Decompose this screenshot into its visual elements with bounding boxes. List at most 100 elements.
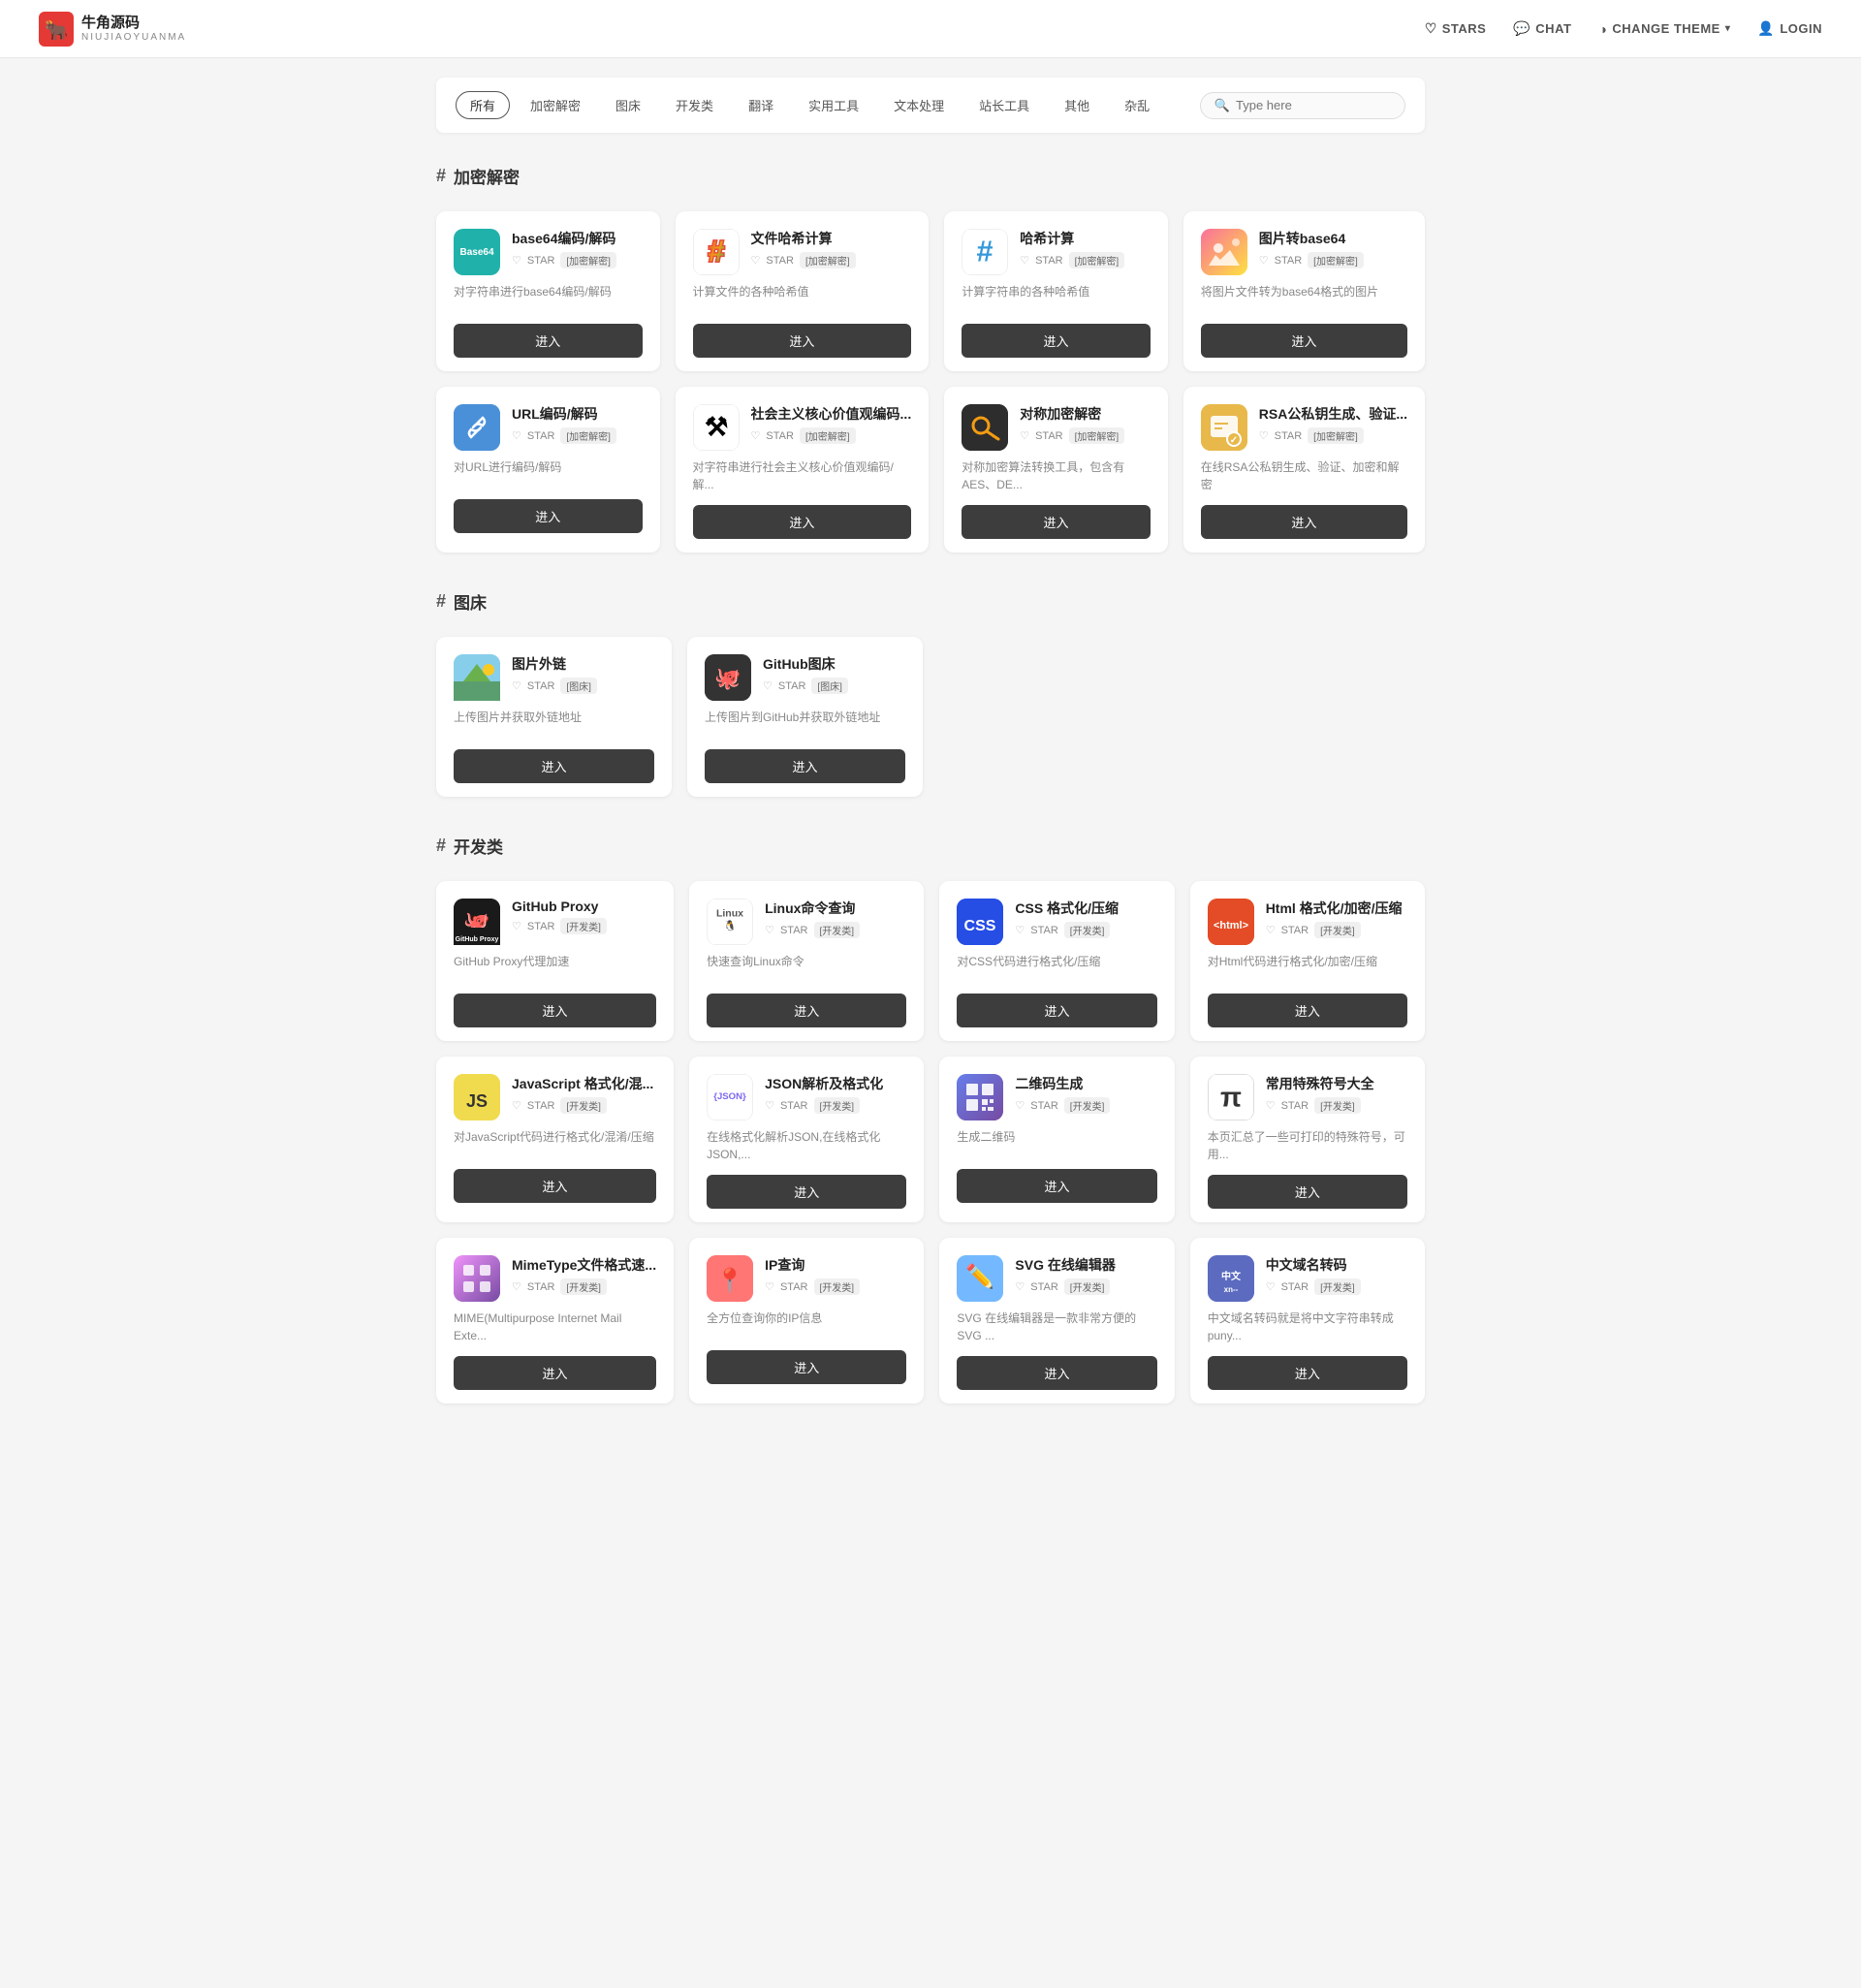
card-info-html-format: Html 格式化/加密/压缩♡ STAR [开发类] bbox=[1266, 899, 1407, 938]
star-label: STAR bbox=[1281, 1100, 1309, 1112]
card-btn-base64[interactable]: 进入 bbox=[454, 324, 643, 358]
nav-change-theme[interactable]: ◑ CHANGE THEME ▾ bbox=[1598, 21, 1730, 37]
section-header-encrypt: # 加密解密 bbox=[436, 156, 1425, 196]
card-icon-linux-cmd: Linux 🐧 bbox=[707, 899, 753, 945]
card-info-json-parse: JSON解析及格式化♡ STAR [开发类] bbox=[765, 1074, 906, 1114]
star-label: STAR bbox=[527, 430, 555, 442]
star-label: STAR bbox=[1035, 255, 1063, 267]
card-top-linux-cmd: Linux 🐧 Linux命令查询♡ STAR [开发类] bbox=[707, 899, 906, 945]
card-btn-special-chars[interactable]: 进入 bbox=[1208, 1175, 1407, 1209]
card-btn-js-format[interactable]: 进入 bbox=[454, 1169, 656, 1203]
card-btn-socialist[interactable]: 进入 bbox=[693, 505, 912, 539]
star-label: STAR bbox=[1030, 925, 1058, 936]
svg-text:⚒: ⚒ bbox=[705, 413, 728, 442]
cards-grid-encrypt: Base64base64编码/解码♡ STAR [加密解密]对字符串进行base… bbox=[436, 211, 1425, 552]
svg-text:Linux: Linux bbox=[716, 907, 743, 919]
section-dev: # 开发类 🐙 GitHub Proxy GitHub Proxy♡ STAR … bbox=[436, 826, 1425, 1404]
card-top-socialist: ⚒ 社会主义核心价值观编码...♡ STAR [加密解密] bbox=[693, 404, 912, 451]
star-label: STAR bbox=[527, 680, 555, 692]
star-label: STAR bbox=[527, 255, 555, 267]
card-title-base64: base64编码/解码 bbox=[512, 229, 643, 248]
star-icon: ♡ bbox=[1015, 1280, 1025, 1293]
card-btn-ip-query[interactable]: 进入 bbox=[707, 1350, 906, 1384]
card-info-img-base64: 图片转base64♡ STAR [加密解密] bbox=[1259, 229, 1407, 268]
star-icon: ♡ bbox=[765, 1099, 774, 1112]
svg-text:🐂: 🐂 bbox=[45, 20, 69, 42]
card-html-format: <html> Html 格式化/加密/压缩♡ STAR [开发类]对Html代码… bbox=[1190, 881, 1425, 1041]
card-desc-svg-editor: SVG 在线编辑器是一款非常方便的 SVG ... bbox=[957, 1310, 1156, 1344]
card-img-base64: 图片转base64♡ STAR [加密解密]将图片文件转为base64格式的图片… bbox=[1183, 211, 1425, 371]
card-title-linux-cmd: Linux命令查询 bbox=[765, 899, 906, 918]
card-js-format: JS JavaScript 格式化/混...♡ STAR [开发类]对JavaS… bbox=[436, 1057, 674, 1222]
filter-bar: 所有加密解密图床开发类翻译实用工具文本处理站长工具其他杂乱 🔍 bbox=[436, 78, 1425, 133]
card-btn-symmetric[interactable]: 进入 bbox=[962, 505, 1151, 539]
card-title-img-base64: 图片转base64 bbox=[1259, 229, 1407, 248]
card-title-github-hosting: GitHub图床 bbox=[763, 654, 905, 674]
card-meta-rsa: ♡ STAR [加密解密] bbox=[1259, 427, 1407, 444]
filter-tag-图床[interactable]: 图床 bbox=[601, 91, 655, 119]
card-title-hash-calc: 哈希计算 bbox=[1020, 229, 1151, 248]
card-info-svg-editor: SVG 在线编辑器♡ STAR [开发类] bbox=[1015, 1255, 1156, 1295]
star-icon: ♡ bbox=[1020, 254, 1029, 267]
card-meta-socialist: ♡ STAR [加密解密] bbox=[751, 427, 912, 444]
card-btn-hash-calc[interactable]: 进入 bbox=[962, 324, 1151, 358]
card-icon-symmetric bbox=[962, 404, 1008, 451]
filter-tag-所有[interactable]: 所有 bbox=[456, 91, 510, 119]
card-css-format: CSS CSS 格式化/压缩♡ STAR [开发类]对CSS代码进行格式化/压缩… bbox=[939, 881, 1174, 1041]
nav-login[interactable]: 👤 LOGIN bbox=[1757, 20, 1822, 37]
logo[interactable]: 🐂 牛角源码 NIUJIAOYUANMA bbox=[39, 12, 186, 47]
header: 🐂 牛角源码 NIUJIAOYUANMA ♡ STARS 💬 CHAT ◑ CH… bbox=[0, 0, 1861, 58]
card-tag-hash-calc: [加密解密] bbox=[1069, 252, 1125, 268]
card-linux-cmd: Linux 🐧 Linux命令查询♡ STAR [开发类]快速查询Linux命令… bbox=[689, 881, 924, 1041]
card-icon-css-format: CSS bbox=[957, 899, 1003, 945]
star-label: STAR bbox=[1030, 1100, 1058, 1112]
filter-tag-站长工具[interactable]: 站长工具 bbox=[964, 91, 1044, 119]
card-btn-qrcode[interactable]: 进入 bbox=[957, 1169, 1156, 1203]
star-icon: ♡ bbox=[765, 924, 774, 936]
filter-tag-杂乱[interactable]: 杂乱 bbox=[1110, 91, 1164, 119]
nav-chat[interactable]: 💬 CHAT bbox=[1513, 20, 1571, 37]
card-btn-img-external[interactable]: 进入 bbox=[454, 749, 654, 783]
card-btn-cn-domain[interactable]: 进入 bbox=[1208, 1356, 1407, 1390]
card-top-css-format: CSS CSS 格式化/压缩♡ STAR [开发类] bbox=[957, 899, 1156, 945]
card-title-special-chars: 常用特殊符号大全 bbox=[1266, 1074, 1407, 1093]
card-btn-css-format[interactable]: 进入 bbox=[957, 994, 1156, 1027]
card-btn-json-parse[interactable]: 进入 bbox=[707, 1175, 906, 1209]
card-meta-hash-calc: ♡ STAR [加密解密] bbox=[1020, 252, 1151, 268]
filter-tag-开发类[interactable]: 开发类 bbox=[661, 91, 728, 119]
filter-tag-翻译[interactable]: 翻译 bbox=[734, 91, 788, 119]
card-btn-github-proxy[interactable]: 进入 bbox=[454, 994, 656, 1027]
card-btn-html-format[interactable]: 进入 bbox=[1208, 994, 1407, 1027]
card-tag-qrcode: [开发类] bbox=[1064, 1097, 1111, 1114]
card-desc-file-hash: 计算文件的各种哈希值 bbox=[693, 283, 912, 312]
card-btn-file-hash[interactable]: 进入 bbox=[693, 324, 912, 358]
card-btn-rsa[interactable]: 进入 bbox=[1201, 505, 1407, 539]
card-icon-qrcode bbox=[957, 1074, 1003, 1120]
card-btn-github-hosting[interactable]: 进入 bbox=[705, 749, 905, 783]
card-btn-svg-editor[interactable]: 进入 bbox=[957, 1356, 1156, 1390]
card-title-html-format: Html 格式化/加密/压缩 bbox=[1266, 899, 1407, 918]
chat-icon: 💬 bbox=[1513, 20, 1530, 37]
filter-tag-其他[interactable]: 其他 bbox=[1050, 91, 1104, 119]
card-btn-linux-cmd[interactable]: 进入 bbox=[707, 994, 906, 1027]
star-label: STAR bbox=[527, 921, 555, 932]
card-info-special-chars: 常用特殊符号大全♡ STAR [开发类] bbox=[1266, 1074, 1407, 1114]
filter-tag-加密解密[interactable]: 加密解密 bbox=[516, 91, 595, 119]
nav-stars[interactable]: ♡ STARS bbox=[1425, 20, 1487, 37]
star-icon: ♡ bbox=[1266, 1280, 1276, 1293]
search-icon: 🔍 bbox=[1214, 98, 1230, 113]
card-btn-url-encode[interactable]: 进入 bbox=[454, 499, 643, 533]
filter-tag-文本处理[interactable]: 文本处理 bbox=[879, 91, 959, 119]
card-rsa: ✓ RSA公私钥生成、验证...♡ STAR [加密解密]在线RSA公私钥生成、… bbox=[1183, 387, 1425, 552]
card-btn-img-base64[interactable]: 进入 bbox=[1201, 324, 1407, 358]
card-desc-mimetype: MIME(Multipurpose Internet Mail Exte... bbox=[454, 1310, 656, 1344]
search-input[interactable] bbox=[1236, 98, 1391, 112]
card-info-linux-cmd: Linux命令查询♡ STAR [开发类] bbox=[765, 899, 906, 938]
card-desc-socialist: 对字符串进行社会主义核心价值观编码/解... bbox=[693, 458, 912, 493]
card-btn-mimetype[interactable]: 进入 bbox=[454, 1356, 656, 1390]
card-title-file-hash: 文件哈希计算 bbox=[751, 229, 912, 248]
card-info-css-format: CSS 格式化/压缩♡ STAR [开发类] bbox=[1015, 899, 1156, 938]
svg-text:<html>: <html> bbox=[1214, 920, 1248, 931]
filter-tag-实用工具[interactable]: 实用工具 bbox=[794, 91, 873, 119]
star-label: STAR bbox=[766, 255, 794, 267]
